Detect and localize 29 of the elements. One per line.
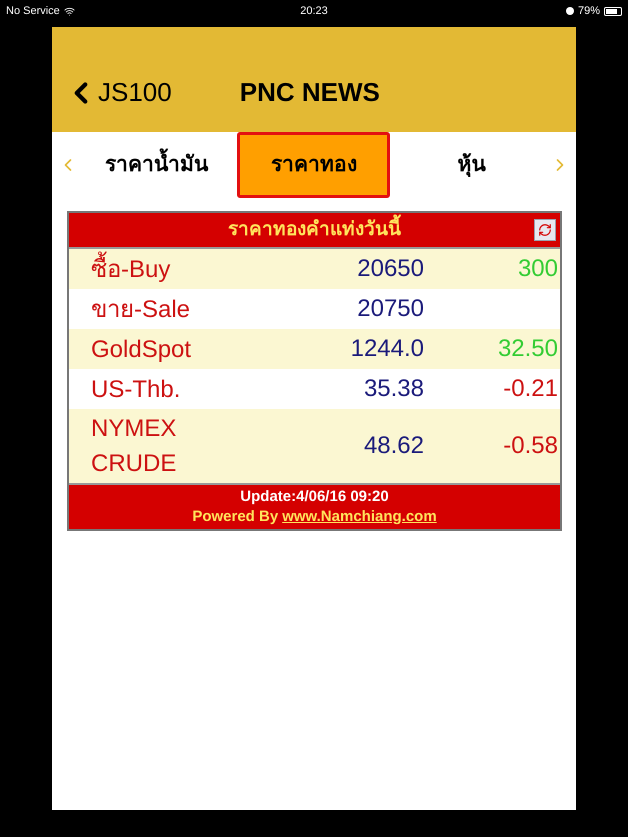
battery-icon [604, 6, 622, 16]
tab[interactable]: ราคาน้ำมัน [97, 134, 216, 194]
change-value: 32.50 [496, 334, 559, 364]
carrier-text: No Service [6, 4, 60, 19]
price-value: 35.38 [362, 374, 424, 404]
website-link[interactable]: www.Namchiang.com [282, 507, 437, 527]
back-button[interactable]: JS100 [64, 73, 172, 112]
row-label: NYMEX CRUDE [90, 414, 178, 479]
wifi-icon [64, 6, 75, 17]
tab[interactable]: หุ้น [449, 134, 494, 194]
change-value: -0.21 [502, 374, 559, 404]
refresh-icon[interactable] [534, 219, 556, 241]
row-label: GoldSpot [90, 334, 192, 364]
change-value: -0.58 [502, 431, 559, 461]
powered-by-text: Powered By [192, 507, 278, 527]
row-label: ขาย-Sale [90, 294, 192, 324]
change-value: 300 [516, 254, 559, 284]
row-label: US-Thb. [90, 374, 182, 404]
row-label: ซื้อ-Buy [69, 252, 219, 286]
page-title: PNC NEWS [240, 76, 380, 109]
price-value: 20650 [356, 254, 424, 284]
table-title: ราคาทองคำแท่งวันนี้ [99, 216, 530, 244]
price-value: 1244.0 [350, 334, 424, 364]
battery-text: 79% [578, 4, 600, 19]
clock-text: 20:23 [300, 4, 328, 19]
price-value: 48.62 [362, 431, 424, 461]
update-text: Update:4/06/16 09:20 [240, 487, 389, 507]
tab[interactable]: ราคาทอง [237, 132, 390, 198]
price-value: 20750 [356, 294, 424, 324]
